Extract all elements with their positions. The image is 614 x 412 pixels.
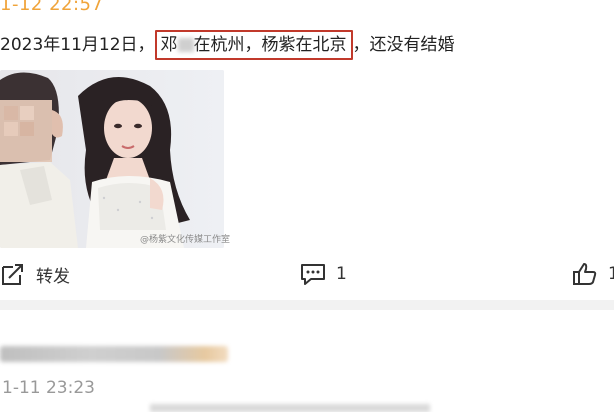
highlight-text-part2: 在杭州，杨紫在北京 — [193, 35, 347, 55]
comment-icon — [301, 264, 325, 285]
blurred-post-text — [150, 404, 430, 412]
repost-label: 转发 — [36, 267, 70, 287]
blurred-name — [177, 38, 194, 52]
post-timestamp: 1-12 22:57 — [0, 0, 104, 15]
highlight-box: 邓在杭州，杨紫在北京 — [154, 30, 353, 60]
blurred-username[interactable] — [0, 346, 228, 362]
repost-button[interactable]: 转发 — [0, 262, 70, 287]
post-image-illustration — [0, 70, 224, 248]
section-divider — [0, 300, 614, 310]
comment-button[interactable]: 1 — [300, 262, 347, 286]
repost-icon — [2, 263, 23, 285]
comment-count: 1 — [336, 264, 347, 284]
post-text-suffix: ，还没有结婚 — [352, 35, 455, 55]
highlight-text-part1: 邓 — [160, 35, 178, 55]
thumbs-up-icon — [573, 263, 597, 285]
like-button[interactable]: 1 — [572, 262, 614, 286]
image-watermark: @杨紫文化传媒工作室 — [140, 235, 231, 245]
post-image[interactable] — [0, 70, 224, 248]
post-text-prefix: 2023年11月12日， — [0, 35, 155, 55]
post-timestamp-2: 1-11 23:23 — [2, 378, 95, 398]
post-text: 2023年11月12日，邓在杭州，杨紫在北京 ，还没有结婚 — [0, 30, 455, 60]
like-count: 1 — [608, 264, 614, 284]
